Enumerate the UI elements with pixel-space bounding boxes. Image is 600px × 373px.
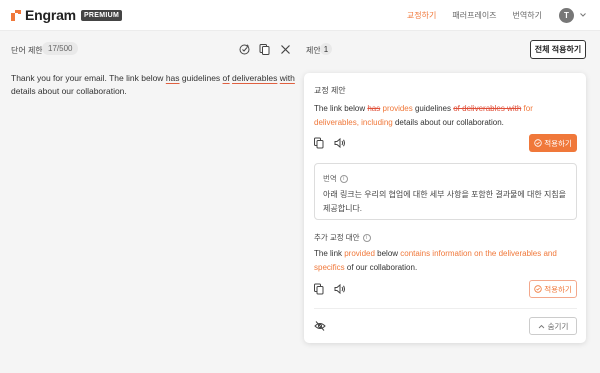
nav-proofread[interactable]: 교정하기	[407, 10, 436, 21]
copy-icon[interactable]	[258, 43, 271, 56]
text-segment: details about our collaboration.	[11, 86, 127, 96]
text-segment: below	[374, 249, 401, 258]
logo-mark-icon	[11, 9, 22, 21]
apply-label: 적용하기	[544, 138, 572, 148]
collapse-label: 숨기기	[547, 321, 569, 331]
magic-check-icon[interactable]	[238, 43, 251, 56]
check-circle-icon	[534, 285, 542, 293]
word-count-badge: 17/500	[42, 42, 79, 55]
alternative-label-text: 추가 교정 대안	[314, 233, 360, 242]
suggestions-label: 제안	[306, 46, 321, 55]
editor-toolbar: 단어 제한 17/500 제안 1 전체 적용하기	[0, 31, 600, 71]
translation-text: 아래 링크는 우리의 협업에 대한 세부 사항을 포함한 결과물에 대한 지침을…	[323, 190, 567, 213]
text-segment: The link below	[314, 104, 368, 113]
deleted-text: has	[367, 104, 381, 113]
text-segment: The link	[314, 249, 345, 258]
premium-badge: PREMIUM	[80, 9, 123, 21]
info-icon[interactable]: i	[339, 174, 348, 183]
text-segment: guidelines	[179, 73, 223, 83]
logo[interactable]: Engram PREMIUM	[11, 7, 123, 23]
text-segment: of our collaboration.	[344, 263, 418, 272]
translation-box: 번역 i 아래 링크는 우리의 협업에 대한 세부 사항을 포함한 결과물에 대…	[314, 163, 577, 220]
nav-paraphrase[interactable]: 패러프레이즈	[452, 10, 496, 21]
eye-off-icon[interactable]	[314, 320, 326, 332]
user-avatar[interactable]: T	[559, 8, 574, 23]
copy-icon[interactable]	[313, 283, 325, 295]
text-segment: guidelines	[412, 104, 454, 113]
main-nav: 교정하기 패러프레이즈 번역하기	[407, 0, 542, 31]
close-icon[interactable]	[279, 43, 292, 56]
translation-label-text: 번역	[323, 174, 337, 183]
app-header: Engram PREMIUM 교정하기 패러프레이즈 번역하기 T	[0, 0, 600, 31]
panel-divider	[314, 308, 577, 309]
panel-title: 교정 제안	[314, 86, 346, 95]
flagged-word[interactable]: of	[223, 73, 230, 83]
alternative-label: 추가 교정 대안 i	[314, 232, 371, 243]
flagged-word[interactable]: with	[280, 73, 295, 83]
nav-translate[interactable]: 번역하기	[513, 10, 542, 21]
speaker-icon[interactable]	[334, 137, 346, 149]
text-segment: Thank you for your email. The link below	[11, 73, 166, 83]
suggestion-panel: 교정 제안 The link below has provides guidel…	[304, 73, 586, 343]
flagged-word[interactable]: deliverables	[232, 73, 277, 83]
apply-all-button[interactable]: 전체 적용하기	[530, 40, 586, 59]
word-limit-label: 단어 제한	[11, 46, 43, 55]
logo-text: Engram	[25, 7, 76, 23]
suggestion-text: The link below has provides guidelines o…	[314, 102, 576, 130]
text-segment: details about our collaboration.	[392, 118, 504, 127]
translation-label: 번역 i	[323, 173, 348, 184]
alternative-text: The link provided below contains informa…	[314, 247, 576, 275]
collapse-button[interactable]: 숨기기	[529, 317, 577, 335]
apply-suggestion-button[interactable]: 적용하기	[529, 134, 577, 152]
suggestions-count-badge: 1	[320, 43, 332, 55]
deleted-text: of deliverables with	[453, 104, 522, 113]
copy-icon[interactable]	[313, 137, 325, 149]
info-icon[interactable]: i	[362, 233, 371, 242]
alt-apply-label: 적용하기	[544, 284, 572, 294]
inserted-text: provided	[344, 249, 375, 258]
chevron-down-icon[interactable]	[580, 12, 586, 18]
check-circle-icon	[534, 139, 542, 147]
speaker-icon[interactable]	[334, 283, 346, 295]
inserted-text: provides	[382, 104, 413, 113]
apply-alternative-button[interactable]: 적용하기	[529, 280, 577, 298]
flagged-word[interactable]: has	[166, 73, 180, 83]
text-editor[interactable]: Thank you for your email. The link below…	[11, 72, 296, 98]
chevron-up-icon	[538, 324, 544, 328]
